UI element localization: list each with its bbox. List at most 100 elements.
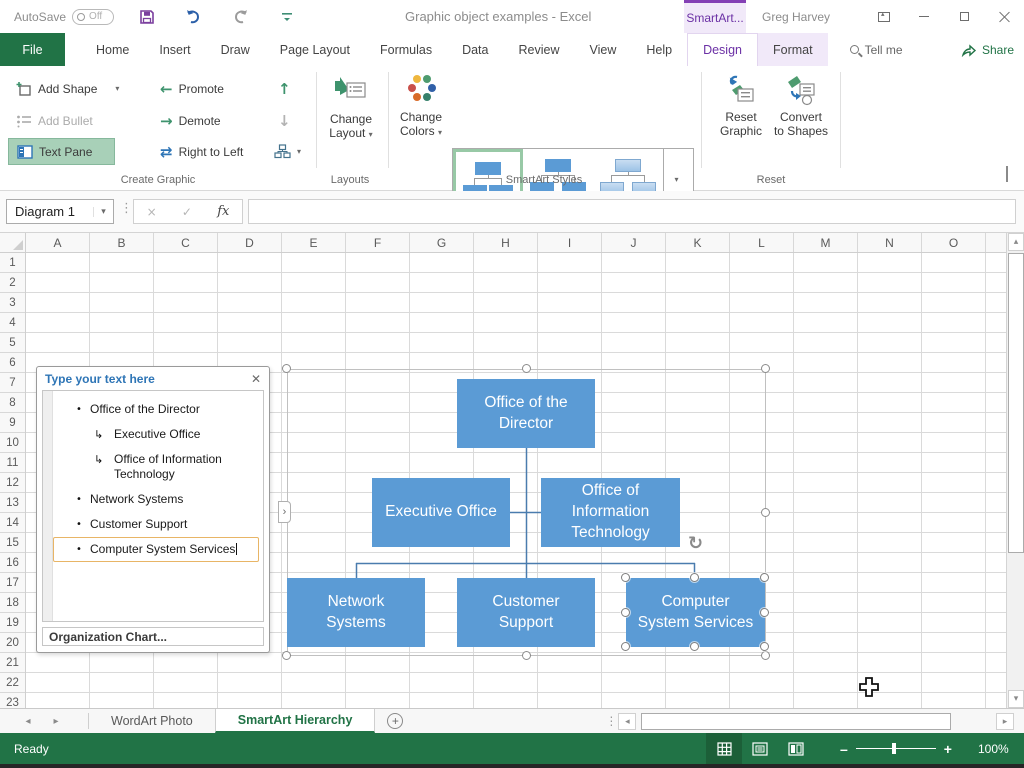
restore-button[interactable] [944, 0, 984, 33]
scroll-up-button[interactable]: ▴ [1008, 233, 1024, 251]
tab-formulas[interactable]: Formulas [365, 33, 447, 66]
sheet-tab-wordart-photo[interactable]: WordArt Photo [89, 709, 215, 733]
demote-button[interactable]: → Demote [152, 107, 262, 134]
scrollbar-handle[interactable]: ⋮ [605, 709, 617, 733]
column-header[interactable]: B [90, 233, 154, 253]
row-header[interactable]: 3 [0, 293, 25, 313]
add-bullet-button[interactable]: Add Bullet [8, 107, 128, 134]
zoom-in-button[interactable]: + [944, 741, 952, 757]
row-header[interactable]: 2 [0, 273, 25, 293]
sheet-tab-smartart-hierarchy[interactable]: SmartArt Hierarchy [215, 709, 376, 733]
ribbon-display-options-button[interactable] [864, 0, 904, 33]
text-pane-item[interactable]: ↳Office of Information Technology [53, 447, 263, 487]
row-header[interactable]: 16 [0, 553, 25, 573]
row-header[interactable]: 9 [0, 413, 25, 433]
org-chart-node[interactable]: Office of Information Technology [541, 478, 680, 547]
row-header[interactable]: 20 [0, 633, 25, 653]
shape-handle[interactable] [621, 573, 630, 582]
zoom-slider-handle[interactable] [892, 743, 896, 754]
row-header[interactable]: 18 [0, 593, 25, 613]
frame-handle[interactable] [522, 364, 531, 373]
column-header[interactable]: H [474, 233, 538, 253]
zoom-percentage[interactable]: 100% [978, 733, 1009, 764]
text-pane-toggle[interactable]: › [278, 501, 291, 523]
column-header[interactable]: L [730, 233, 794, 253]
tab-view[interactable]: View [574, 33, 631, 66]
autosave-toggle[interactable]: Off [72, 9, 114, 25]
select-all-corner[interactable] [0, 233, 26, 253]
tab-format[interactable]: Format [758, 33, 828, 66]
sheet-nav-left[interactable]: ◂ [14, 709, 42, 733]
zoom-slider[interactable] [856, 748, 936, 749]
tab-page-layout[interactable]: Page Layout [265, 33, 365, 66]
add-shape-button[interactable]: Add Shape ▾ [8, 75, 138, 102]
tab-review[interactable]: Review [503, 33, 574, 66]
close-button[interactable] [984, 0, 1024, 33]
page-layout-view-button[interactable] [742, 733, 778, 764]
change-layout-button[interactable]: Change Layout ▾ [322, 72, 380, 164]
column-header[interactable]: J [602, 233, 666, 253]
scroll-left-button[interactable]: ◂ [618, 713, 636, 730]
text-pane-item[interactable]: •Customer Support [53, 512, 263, 537]
save-button[interactable] [132, 0, 162, 33]
frame-handle[interactable] [761, 508, 770, 517]
row-header[interactable]: 17 [0, 573, 25, 593]
enter-icon[interactable]: ✓ [182, 205, 192, 219]
redo-button[interactable] [226, 0, 256, 33]
column-header[interactable]: I [538, 233, 602, 253]
org-chart-node[interactable]: Computer System Services [626, 578, 765, 647]
shape-handle[interactable] [690, 642, 699, 651]
row-header[interactable]: 14 [0, 513, 25, 533]
vertical-scrollbar[interactable]: ▴ ▾ [1006, 233, 1024, 708]
promote-button[interactable]: ← Promote [152, 75, 262, 102]
tab-insert[interactable]: Insert [144, 33, 205, 66]
tab-file[interactable]: File [0, 33, 65, 66]
tab-draw[interactable]: Draw [206, 33, 265, 66]
contextual-tab-group[interactable]: SmartArt... [684, 0, 746, 33]
row-header[interactable]: 10 [0, 433, 25, 453]
autosave-control[interactable]: AutoSave Off [14, 0, 114, 33]
normal-view-button[interactable] [706, 733, 742, 764]
move-down-button[interactable]: ↓ [270, 107, 298, 134]
frame-handle[interactable] [522, 651, 531, 660]
user-name[interactable]: Greg Harvey [762, 0, 830, 33]
row-header[interactable]: 8 [0, 393, 25, 413]
collapse-ribbon-button[interactable] [1006, 168, 1008, 182]
org-chart-node[interactable]: Executive Office [372, 478, 510, 547]
frame-handle[interactable] [282, 651, 291, 660]
text-pane-item[interactable]: •Computer System Services [53, 537, 259, 562]
tell-me-box[interactable]: Tell me [836, 33, 917, 66]
shape-handle[interactable] [760, 608, 769, 617]
row-header[interactable]: 19 [0, 613, 25, 633]
scroll-down-button[interactable]: ▾ [1008, 690, 1024, 708]
text-pane-item[interactable]: •Network Systems [53, 487, 263, 512]
row-header[interactable]: 11 [0, 453, 25, 473]
zoom-out-button[interactable]: – [840, 741, 848, 757]
formula-bar-handle[interactable]: ⋮ [120, 201, 133, 216]
horizontal-scrollbar[interactable] [639, 713, 993, 729]
cancel-icon[interactable]: × [147, 205, 157, 219]
shape-handle[interactable] [760, 573, 769, 582]
formula-input[interactable] [248, 199, 1016, 224]
org-chart-node[interactable]: Network Systems [287, 578, 425, 647]
close-icon[interactable]: ✕ [251, 372, 261, 386]
tab-help[interactable]: Help [631, 33, 687, 66]
column-header[interactable]: O [922, 233, 986, 253]
share-button[interactable]: Share [961, 33, 1014, 66]
vertical-scroll-thumb[interactable] [1008, 253, 1024, 553]
row-header[interactable]: 12 [0, 473, 25, 493]
column-header[interactable]: G [410, 233, 474, 253]
row-header[interactable]: 7 [0, 373, 25, 393]
column-header[interactable]: D [218, 233, 282, 253]
text-pane-item[interactable]: •Office of the Director [53, 397, 263, 422]
column-header[interactable]: A [26, 233, 90, 253]
text-pane-item[interactable]: ↳Executive Office [53, 422, 263, 447]
name-box[interactable]: Diagram 1 ▾ [6, 199, 114, 224]
row-header[interactable]: 15 [0, 533, 25, 553]
org-chart-node[interactable]: Office of the Director [457, 379, 595, 448]
row-header[interactable]: 6 [0, 353, 25, 373]
customize-toolbar-button[interactable] [272, 0, 302, 33]
tab-design[interactable]: Design [687, 33, 758, 66]
chevron-down-icon[interactable]: ▾ [93, 207, 113, 217]
page-break-preview-button[interactable] [778, 733, 814, 764]
